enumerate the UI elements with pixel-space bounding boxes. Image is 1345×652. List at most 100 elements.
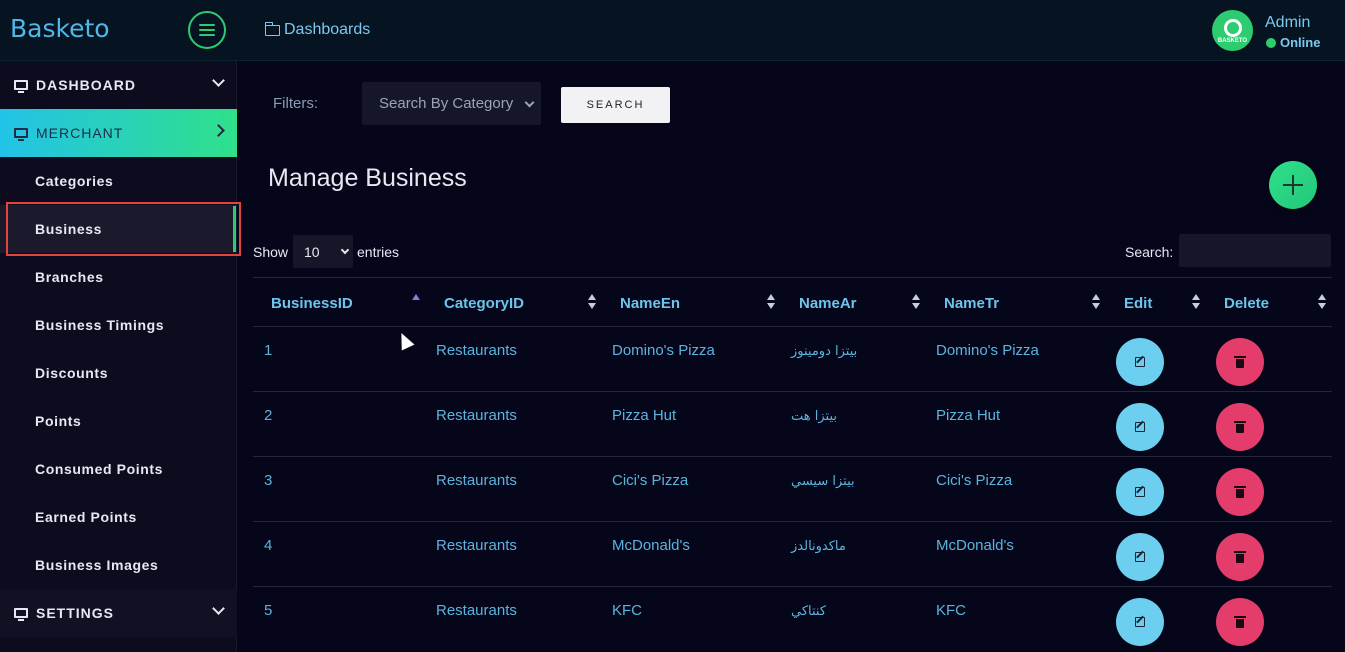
add-business-button[interactable] [1269, 161, 1317, 209]
monitor-icon [14, 128, 28, 141]
column-header-businessid[interactable]: BusinessID [271, 278, 353, 328]
chevron-down-icon [212, 602, 225, 615]
cell-name-ar: بيتزا دومينوز [791, 344, 858, 359]
top-bar: Basketo Dashboards BASKETO Admin Online [0, 0, 1345, 61]
cell-category: Restaurants [436, 537, 517, 554]
sidebar-item-discounts[interactable]: Discounts [0, 349, 237, 397]
delete-button[interactable] [1216, 468, 1264, 516]
cell-name-tr: Pizza Hut [936, 407, 1001, 424]
sidebar-item-branches[interactable]: Branches [0, 253, 237, 301]
monitor-icon [14, 80, 28, 93]
trash-icon [1234, 485, 1246, 498]
pencil-icon [1135, 422, 1145, 432]
cell-name-en: McDonald's [612, 537, 690, 554]
sidebar-section-merchant[interactable]: MERCHANT [0, 109, 237, 157]
entries-select[interactable]: 10 [293, 235, 353, 268]
trash-icon [1234, 355, 1246, 368]
entries-select-value: 10 [304, 243, 320, 260]
column-header-edit[interactable]: Edit [1124, 278, 1152, 328]
cell-business-id: 4 [264, 537, 273, 554]
table-row: 5 Restaurants KFC كنتاكي KFC [253, 587, 1332, 652]
sidebar-item-points[interactable]: Points [0, 397, 237, 445]
menu-toggle-button[interactable] [188, 11, 226, 49]
entries-label: entries [357, 244, 400, 260]
cell-name-en: KFC [612, 602, 642, 619]
pencil-icon [1135, 357, 1145, 367]
user-status: Online [1266, 35, 1320, 50]
avatar[interactable]: BASKETO [1212, 10, 1253, 51]
sort-icon[interactable] [767, 294, 775, 310]
category-select-value: Search By Category [379, 95, 514, 112]
cell-business-id: 3 [264, 472, 273, 489]
cell-category: Restaurants [436, 472, 517, 489]
trash-icon [1234, 420, 1246, 433]
search-button[interactable]: SEARCH [561, 87, 670, 123]
filters-label: Filters: [273, 95, 318, 112]
cell-business-id: 1 [264, 342, 273, 359]
table-row: 2 Restaurants Pizza Hut بيتزا هت Pizza H… [253, 392, 1332, 457]
edit-button[interactable] [1116, 598, 1164, 646]
edit-button[interactable] [1116, 533, 1164, 581]
delete-button[interactable] [1216, 533, 1264, 581]
page-title: Manage Business [268, 164, 467, 192]
table-row: 3 Restaurants Cici's Pizza بيتزا سيسي Ci… [253, 457, 1332, 522]
search-input[interactable] [1179, 234, 1331, 267]
sidebar-item-business-images[interactable]: Business Images [0, 541, 237, 589]
pencil-icon [1135, 487, 1145, 497]
trash-icon [1234, 550, 1246, 563]
cell-name-tr: KFC [936, 602, 966, 619]
sort-icon[interactable] [1192, 294, 1200, 310]
sidebar-item-consumed-points[interactable]: Consumed Points [0, 445, 237, 493]
sidebar-item-categories[interactable]: Categories [0, 157, 237, 205]
delete-button[interactable] [1216, 403, 1264, 451]
breadcrumb-label: Dashboards [284, 21, 371, 38]
monitor-icon [14, 608, 28, 621]
cell-name-ar: بيتزا سيسي [791, 474, 855, 489]
cell-name-tr: Domino's Pizza [936, 342, 1039, 359]
sidebar: DASHBOARD MERCHANT Categories Business B… [0, 61, 237, 652]
cell-name-tr: Cici's Pizza [936, 472, 1013, 489]
sort-icon[interactable] [1092, 294, 1100, 310]
sort-icon[interactable] [1318, 294, 1326, 310]
cell-name-en: Cici's Pizza [612, 472, 689, 489]
delete-button[interactable] [1216, 338, 1264, 386]
column-header-nametr[interactable]: NameTr [944, 278, 999, 328]
sidebar-section-dashboard[interactable]: DASHBOARD [0, 61, 237, 109]
pencil-icon [1135, 552, 1145, 562]
logo-icon [1223, 19, 1242, 37]
table-row: 4 Restaurants McDonald's ماكدونالدز McDo… [253, 522, 1332, 587]
hamburger-icon [199, 24, 215, 36]
column-header-namear[interactable]: NameAr [799, 278, 857, 328]
user-status-label: Online [1280, 35, 1321, 50]
breadcrumb[interactable]: Dashboards [264, 21, 371, 39]
cell-name-tr: McDonald's [936, 537, 1014, 554]
sidebar-section-settings[interactable]: SETTINGS [0, 589, 237, 637]
edit-button[interactable] [1116, 338, 1164, 386]
sort-icon[interactable] [912, 294, 920, 310]
sidebar-item-business-timings[interactable]: Business Timings [0, 301, 237, 349]
cell-name-en: Pizza Hut [612, 407, 677, 424]
chevron-down-icon [212, 74, 225, 87]
chevron-down-icon [340, 245, 350, 255]
avatar-text: BASKETO [1217, 38, 1248, 44]
user-name[interactable]: Admin [1265, 14, 1310, 32]
brand-logo[interactable]: Basketo [10, 14, 110, 43]
sort-asc-icon[interactable] [412, 294, 420, 310]
sidebar-section-label: SETTINGS [36, 605, 115, 621]
plus-icon [1283, 175, 1303, 195]
column-header-categoryid[interactable]: CategoryID [444, 278, 524, 328]
online-dot-icon [1266, 37, 1276, 48]
table-header: BusinessID CategoryID NameEn NameAr Name… [253, 277, 1332, 327]
category-select[interactable]: Search By Category [362, 82, 541, 125]
column-header-nameen[interactable]: NameEn [620, 278, 680, 328]
edit-button[interactable] [1116, 403, 1164, 451]
delete-button[interactable] [1216, 598, 1264, 646]
column-header-delete[interactable]: Delete [1224, 278, 1269, 328]
cell-category: Restaurants [436, 602, 517, 619]
sidebar-item-earned-points[interactable]: Earned Points [0, 493, 237, 541]
edit-button[interactable] [1116, 468, 1164, 516]
cell-name-ar: بيتزا هت [791, 409, 838, 424]
show-label: Show [253, 244, 289, 260]
sidebar-item-business[interactable]: Business [0, 205, 237, 253]
sort-icon[interactable] [588, 294, 596, 310]
